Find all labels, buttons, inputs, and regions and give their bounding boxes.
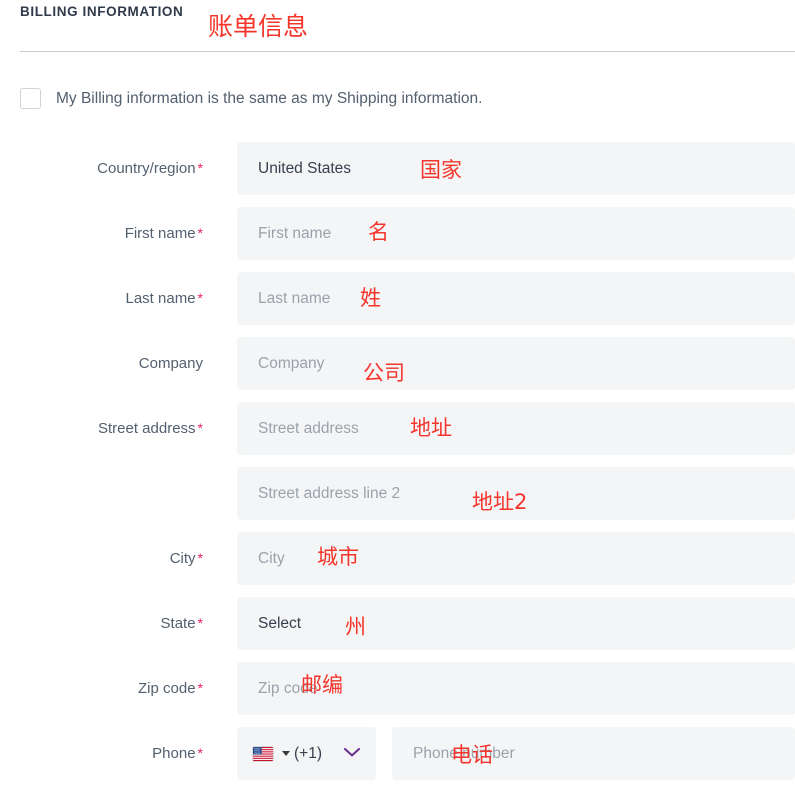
- label-company-text: Company: [138, 355, 203, 372]
- phone-dial-code: (+1): [294, 744, 322, 762]
- form-row-first-name: First name * First name: [0, 207, 795, 260]
- label-street-address: Street address *: [0, 402, 203, 455]
- billing-same-as-shipping-checkbox[interactable]: [20, 88, 41, 109]
- state-select[interactable]: Select: [237, 597, 795, 650]
- required-indicator: *: [197, 744, 203, 761]
- label-state: State *: [0, 597, 203, 650]
- billing-same-as-shipping-label: My Billing information is the same as my…: [56, 89, 483, 107]
- label-street-address-2: [0, 467, 203, 520]
- form-row-country: Country/region * United States: [0, 142, 795, 195]
- state-select-value: Select: [258, 614, 302, 632]
- required-indicator: *: [197, 614, 203, 631]
- label-company: Company: [0, 337, 203, 390]
- billing-same-as-shipping-row[interactable]: My Billing information is the same as my…: [20, 88, 482, 109]
- first-name-input[interactable]: First name: [237, 207, 795, 260]
- phone-number-input[interactable]: Phone number: [392, 727, 795, 780]
- last-name-placeholder: Last name: [258, 289, 331, 307]
- form-row-street-address: Street address * Street address: [0, 402, 795, 455]
- form-row-last-name: Last name * Last name: [0, 272, 795, 325]
- zip-code-input[interactable]: Zip code: [237, 662, 795, 715]
- street-address-2-input[interactable]: Street address line 2: [237, 467, 795, 520]
- company-placeholder: Company: [258, 354, 325, 372]
- phone-number-placeholder: Phone number: [413, 744, 515, 762]
- form-row-street-address-2: Street address line 2: [0, 467, 795, 520]
- required-indicator: *: [197, 224, 203, 241]
- country-select-value: United States: [258, 159, 352, 177]
- label-state-text: State: [160, 615, 196, 632]
- caret-down-icon: [282, 751, 290, 756]
- label-zip-code: Zip code *: [0, 662, 203, 715]
- us-flag-icon: [253, 746, 273, 761]
- page-title: BILLING INFORMATION: [20, 4, 184, 19]
- label-city-text: City: [169, 550, 196, 567]
- header-divider: [20, 51, 795, 52]
- label-phone-text: Phone: [152, 745, 196, 762]
- label-first-name: First name *: [0, 207, 203, 260]
- street-address-placeholder: Street address: [258, 419, 359, 437]
- form-row-phone: Phone * (+1) Phone number: [0, 727, 795, 780]
- label-last-name: Last name *: [0, 272, 204, 325]
- required-indicator: *: [197, 549, 203, 566]
- label-last-name-text: Last name: [125, 290, 196, 307]
- street-address-input[interactable]: Street address: [237, 402, 795, 455]
- label-zip-code-text: Zip code: [138, 680, 196, 697]
- required-indicator: *: [197, 289, 203, 306]
- form-row-company: Company Company: [0, 337, 795, 390]
- label-country: Country/region *: [0, 142, 203, 195]
- billing-form: Country/region * United States First name…: [0, 142, 795, 792]
- zip-code-placeholder: Zip code: [258, 679, 318, 697]
- label-street-address-text: Street address: [97, 420, 196, 437]
- form-row-zip-code: Zip code * Zip code: [0, 662, 795, 715]
- required-indicator: *: [197, 679, 203, 696]
- phone-country-code-select[interactable]: (+1): [237, 727, 376, 780]
- label-country-text: Country/region: [97, 160, 196, 177]
- form-row-city: City * City: [0, 532, 795, 585]
- company-input[interactable]: Company: [237, 337, 795, 390]
- street-address-2-placeholder: Street address line 2: [258, 484, 401, 502]
- city-input[interactable]: City: [237, 532, 795, 585]
- city-placeholder: City: [258, 549, 285, 567]
- required-indicator: *: [197, 419, 203, 436]
- label-city: City *: [0, 532, 203, 585]
- first-name-placeholder: First name: [258, 224, 332, 242]
- annotation-billing-information: 账单信息: [208, 12, 309, 41]
- last-name-input[interactable]: Last name: [237, 272, 795, 325]
- country-select[interactable]: United States: [237, 142, 795, 195]
- label-first-name-text: First name: [124, 225, 196, 242]
- chevron-down-icon[interactable]: [342, 745, 362, 763]
- required-indicator: *: [197, 159, 203, 176]
- label-phone: Phone *: [0, 727, 203, 780]
- form-row-state: State * Select: [0, 597, 795, 650]
